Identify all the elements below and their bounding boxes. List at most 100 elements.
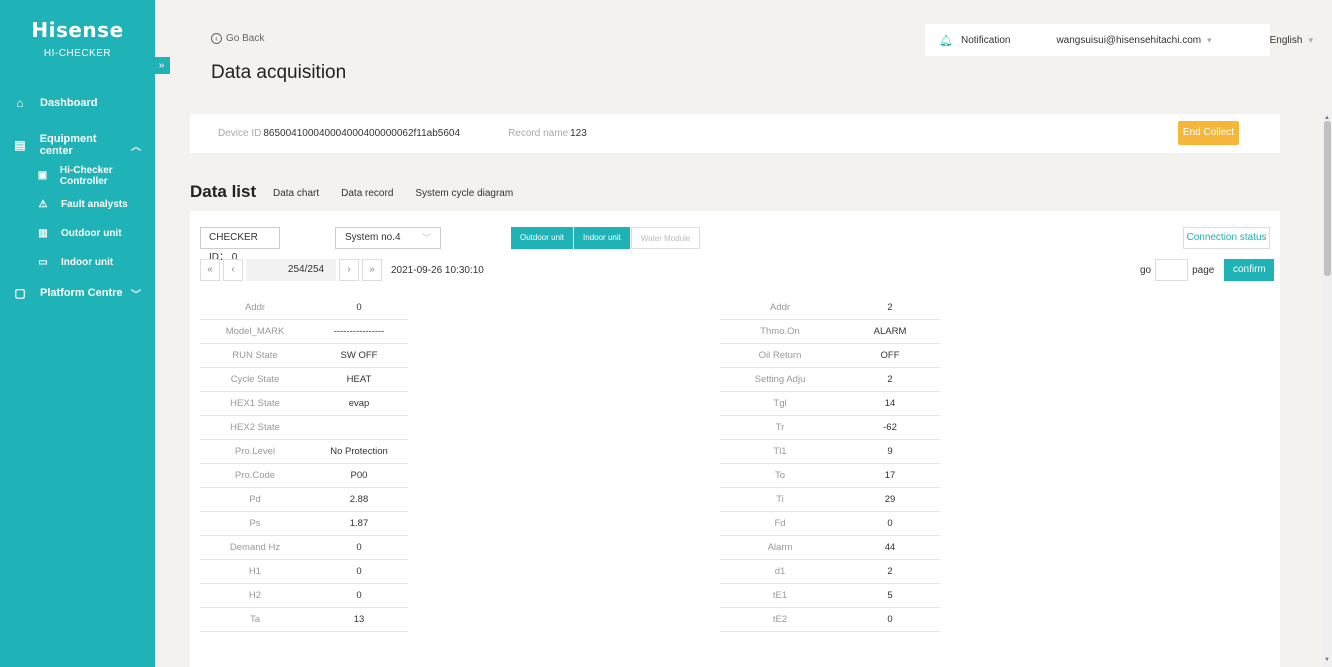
sidebar-collapse-button[interactable]: » bbox=[153, 57, 170, 74]
param-name: Tr bbox=[775, 422, 785, 433]
caret-down-icon[interactable]: ▾ bbox=[1207, 35, 1212, 46]
table-row: d1 2 bbox=[720, 560, 940, 584]
param-name: Alarm bbox=[767, 542, 793, 553]
param-value: 44 bbox=[884, 542, 896, 553]
table-row: Oil Return OFF bbox=[720, 344, 940, 368]
go-label: go bbox=[1140, 264, 1152, 276]
checker-id-field[interactable]: CHECKER ID： 0 bbox=[200, 227, 280, 263]
user-email-dropdown[interactable]: wangsuisui@hisensehitachi.com bbox=[1056, 35, 1201, 46]
param-name: Pro.Code bbox=[234, 470, 276, 481]
table-row: H1 0 bbox=[200, 560, 408, 584]
next-page-button[interactable]: › bbox=[339, 259, 359, 281]
sidebar-item-platform-centre[interactable]: ▢ Platform Centre ﹀ bbox=[0, 277, 155, 309]
device-id-value: 865004100040004000400000062f11ab5604 bbox=[263, 128, 461, 139]
param-name: Setting Adju bbox=[754, 374, 806, 385]
scroll-down-arrow-icon[interactable]: ▼ bbox=[1324, 657, 1330, 663]
system-select[interactable]: System no.4 ﹀ bbox=[335, 227, 441, 249]
tab-data-chart[interactable]: Data chart bbox=[273, 188, 319, 199]
table-row: HEX2 State bbox=[200, 416, 408, 440]
goto-page: go page confirm bbox=[1140, 259, 1275, 281]
device-info-card: Device ID 865004100040004000400000062f11… bbox=[190, 114, 1280, 153]
notification-link[interactable]: Notification bbox=[961, 35, 1010, 46]
table-row: Tl1 9 bbox=[720, 440, 940, 464]
record-name-value: 123 bbox=[570, 128, 587, 139]
indoor-unit-icon: ▭ bbox=[38, 257, 48, 268]
param-value: 1.87 bbox=[349, 518, 369, 529]
sidebar-item-hi-checker-controller[interactable]: ▣ Hi-Checker Controller bbox=[0, 161, 155, 190]
prev-page-button[interactable]: ‹ bbox=[223, 259, 243, 281]
bell-icon[interactable]: 🔔︎ bbox=[939, 34, 953, 47]
scrollbar-thumb[interactable] bbox=[1324, 121, 1331, 276]
param-value: 2 bbox=[887, 566, 893, 577]
tab-outdoor-unit[interactable]: Outdoor unit bbox=[511, 227, 575, 249]
table-row: Setting Adju 2 bbox=[720, 368, 940, 392]
sidebar-item-label: Indoor unit bbox=[61, 257, 114, 268]
page-number-input[interactable] bbox=[1155, 259, 1189, 281]
first-page-button[interactable]: « bbox=[200, 259, 220, 281]
table-row: HEX1 State evap bbox=[200, 392, 408, 416]
go-back-link[interactable]: ‹ Go Back bbox=[211, 33, 264, 44]
chevron-down-icon: ﹀ bbox=[421, 233, 431, 243]
page-label: page bbox=[1192, 264, 1215, 276]
param-value: HEAT bbox=[346, 374, 372, 385]
end-collect-button[interactable]: End Collect bbox=[1178, 121, 1239, 145]
monitor-icon: ▢ bbox=[14, 286, 26, 300]
tab-system-cycle-diagram[interactable]: System cycle diagram bbox=[415, 188, 513, 199]
param-name: HEX1 State bbox=[230, 398, 280, 409]
sidebar-nav: ⌂ Dashboard ▤ Equipment center ︿ ▣ Hi-Ch… bbox=[0, 87, 155, 309]
table-row: Thmo.On ALARM bbox=[720, 320, 940, 344]
pager: « ‹ 254/254 › » 2021-09-26 10:30:10 bbox=[200, 259, 484, 281]
param-name: tE1 bbox=[772, 590, 788, 601]
table-row: Model_MARK ---------------- bbox=[200, 320, 408, 344]
tab-data-record[interactable]: Data record bbox=[341, 188, 393, 199]
param-value: ---------------- bbox=[333, 326, 385, 337]
outdoor-unit-icon: ▥ bbox=[38, 228, 48, 239]
param-value: 0 bbox=[887, 614, 893, 625]
param-name: Pro.Level bbox=[234, 446, 276, 457]
table-row: Tgl 14 bbox=[720, 392, 940, 416]
device-id-label: Device ID bbox=[218, 128, 262, 139]
param-name: Ta bbox=[249, 614, 261, 625]
brand-logo: Hisense bbox=[31, 18, 124, 42]
scroll-up-arrow-icon[interactable]: ▲ bbox=[1324, 115, 1330, 121]
param-name: Tgl bbox=[773, 398, 787, 409]
param-name: RUN State bbox=[232, 350, 278, 361]
param-value: 13 bbox=[353, 614, 365, 625]
table-row: Ta 13 bbox=[200, 608, 408, 632]
tab-water-module[interactable]: Water Module bbox=[630, 227, 701, 249]
caret-down-icon[interactable]: ▾ bbox=[1308, 35, 1313, 46]
param-name: H1 bbox=[248, 566, 262, 577]
sidebar-item-label: Dashboard bbox=[40, 97, 98, 109]
param-value: 0 bbox=[356, 566, 362, 577]
sidebar-item-indoor-unit[interactable]: ▭ Indoor unit bbox=[0, 248, 155, 277]
sidebar-item-fault-analysts[interactable]: ⚠ Fault analysts bbox=[0, 190, 155, 219]
param-value: P00 bbox=[350, 470, 368, 481]
tab-indoor-unit[interactable]: Indoor unit bbox=[574, 227, 631, 249]
table-row: Cycle State HEAT bbox=[200, 368, 408, 392]
sidebar-item-outdoor-unit[interactable]: ▥ Outdoor unit bbox=[0, 219, 155, 248]
sidebar-item-dashboard[interactable]: ⌂ Dashboard bbox=[0, 87, 155, 119]
param-value: 2 bbox=[887, 302, 893, 313]
table-row: Ti 29 bbox=[720, 488, 940, 512]
home-icon: ⌂ bbox=[16, 96, 24, 110]
param-value: ALARM bbox=[873, 326, 907, 337]
sidebar-item-equipment-center[interactable]: ▤ Equipment center ︿ bbox=[0, 129, 155, 161]
table-row: Fd 0 bbox=[720, 512, 940, 536]
table-row: tE2 0 bbox=[720, 608, 940, 632]
table-row: Pd 2.88 bbox=[200, 488, 408, 512]
confirm-button[interactable]: confirm bbox=[1224, 259, 1275, 281]
param-value: 14 bbox=[884, 398, 896, 409]
param-value: evap bbox=[348, 398, 370, 409]
param-name: Ti bbox=[776, 494, 784, 505]
back-arrow-icon: ‹ bbox=[211, 33, 222, 44]
param-name: To bbox=[774, 470, 786, 481]
page-indicator: 254/254 bbox=[246, 259, 336, 281]
language-dropdown[interactable]: English bbox=[1270, 35, 1303, 46]
page-scrollbar[interactable] bbox=[1322, 113, 1332, 667]
param-value: 0 bbox=[356, 542, 362, 553]
app-subtitle: HI-CHECKER bbox=[43, 48, 112, 59]
last-page-button[interactable]: » bbox=[362, 259, 382, 281]
connection-status-button[interactable]: Connection status bbox=[1183, 227, 1270, 249]
record-name-label: Record name bbox=[508, 128, 569, 139]
table-row: Tr -62 bbox=[720, 416, 940, 440]
